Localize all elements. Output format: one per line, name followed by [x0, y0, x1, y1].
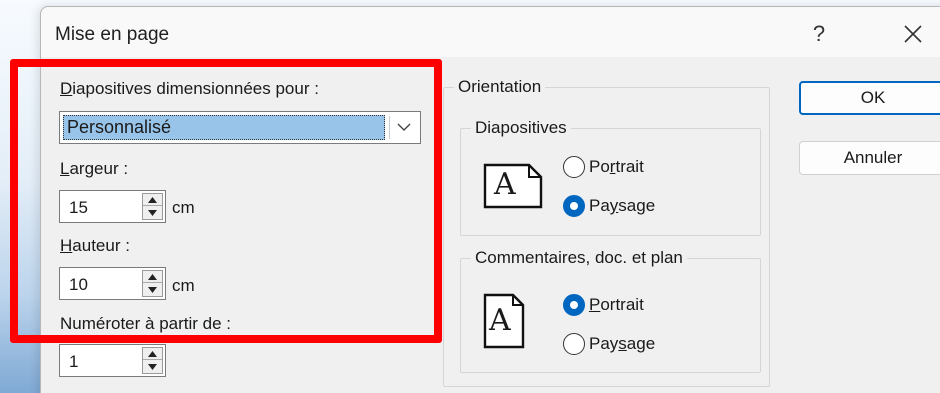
numbering-value: 1 — [69, 352, 79, 371]
width-spin-buttons — [142, 193, 163, 220]
notes-orientation-group: Commentaires, doc. et plan A Portrait Pa… — [460, 248, 761, 373]
width-decrement-button[interactable] — [143, 207, 162, 219]
width-unit: cm — [172, 198, 195, 217]
chevron-down-icon — [397, 123, 411, 131]
height-spin-buttons — [142, 270, 163, 297]
orientation-title: Orientation — [454, 77, 546, 97]
width-label: Largeur : — [60, 159, 129, 178]
height-spinbox[interactable]: 10 — [59, 267, 166, 300]
slide-size-dropdown-button[interactable] — [389, 116, 417, 139]
width-spinbox[interactable]: 15 — [59, 190, 166, 223]
notes-portrait-label[interactable]: Portrait — [589, 295, 644, 315]
numbering-decrement-button[interactable] — [143, 361, 162, 373]
slides-portrait-label[interactable]: Portrait — [589, 157, 644, 177]
width-value: 15 — [69, 198, 88, 217]
height-value: 10 — [69, 275, 88, 294]
dialog-title: Mise en page — [55, 24, 170, 45]
slides-portrait-radio[interactable] — [563, 156, 585, 178]
page-setup-dialog: Mise en page ? Diapositives dimensionnée… — [40, 6, 940, 393]
slide-size-select[interactable]: Personnalisé — [59, 111, 421, 144]
width-increment-button[interactable] — [143, 194, 162, 206]
numbering-spinbox[interactable]: 1 — [59, 344, 166, 377]
slides-landscape-radio[interactable] — [563, 195, 585, 217]
numbering-increment-button[interactable] — [143, 348, 162, 360]
slide-size-label: Diapositives dimensionnées pour : — [60, 79, 319, 98]
height-label: Hauteur : — [60, 236, 130, 255]
cancel-button[interactable]: Annuler — [799, 141, 940, 175]
landscape-page-icon: A — [483, 163, 543, 214]
slides-orientation-title: Diapositives — [471, 118, 571, 138]
close-icon — [904, 25, 922, 43]
arrow-down-icon — [148, 364, 157, 370]
height-decrement-button[interactable] — [143, 284, 162, 296]
close-button[interactable] — [891, 17, 935, 51]
notes-landscape-radio[interactable] — [563, 333, 585, 355]
arrow-up-icon — [148, 197, 157, 203]
notes-portrait-radio[interactable] — [563, 294, 585, 316]
arrow-down-icon — [148, 210, 157, 216]
orientation-group: Orientation Diapositives A Portrait Pays… — [443, 77, 770, 387]
help-button[interactable]: ? — [799, 17, 839, 51]
arrow-up-icon — [148, 351, 157, 357]
arrow-up-icon — [148, 274, 157, 280]
slides-orientation-group: Diapositives A Portrait Paysage — [460, 118, 761, 236]
portrait-page-icon: A — [483, 293, 525, 354]
ok-button[interactable]: OK — [799, 81, 940, 115]
portrait-page-letter: A — [489, 303, 511, 338]
arrow-down-icon — [148, 287, 157, 293]
title-bar: Mise en page ? — [41, 7, 940, 57]
landscape-page-letter: A — [494, 167, 516, 202]
numbering-spin-buttons — [142, 347, 163, 374]
height-unit: cm — [172, 276, 195, 295]
notes-orientation-title: Commentaires, doc. et plan — [471, 248, 687, 268]
notes-landscape-label[interactable]: Paysage — [589, 334, 655, 354]
slides-landscape-label[interactable]: Paysage — [589, 196, 655, 216]
slide-size-selected-value: Personnalisé — [63, 115, 385, 140]
height-increment-button[interactable] — [143, 271, 162, 283]
numbering-label: Numéroter à partir de : — [60, 314, 232, 333]
